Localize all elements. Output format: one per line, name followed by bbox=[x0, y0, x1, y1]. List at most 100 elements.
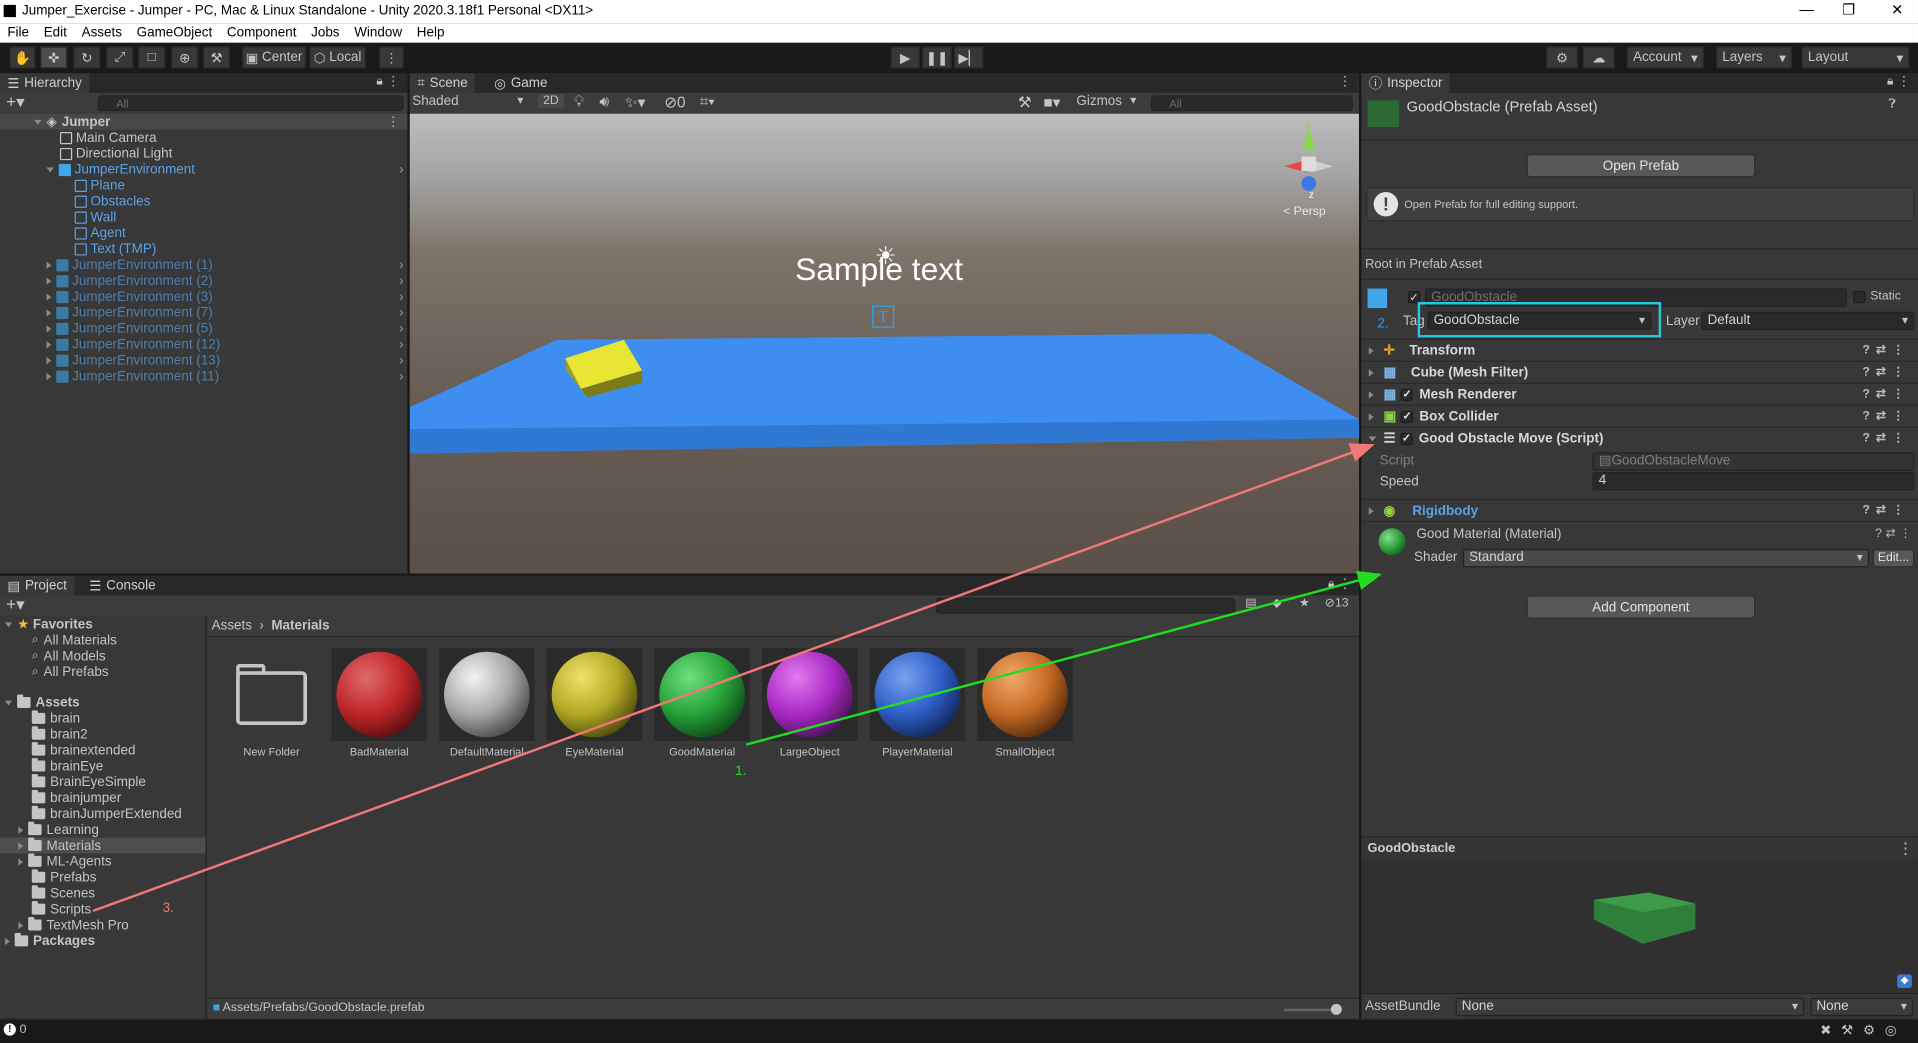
favorite-item[interactable]: ⌕ All Materials bbox=[32, 632, 117, 648]
open-prefab-button[interactable]: Open Prefab bbox=[1526, 154, 1756, 178]
step-button[interactable]: ▶▏ bbox=[954, 46, 984, 69]
menu-assets[interactable]: Assets bbox=[82, 26, 122, 41]
expand-arrow-icon[interactable] bbox=[1368, 506, 1374, 515]
expand-arrow-icon[interactable] bbox=[1368, 412, 1374, 420]
chevron-right-icon[interactable]: › bbox=[399, 273, 403, 288]
menu-jobs[interactable]: Jobs bbox=[311, 26, 339, 41]
expand-arrow-icon[interactable] bbox=[46, 356, 52, 364]
expand-arrow-icon[interactable] bbox=[46, 166, 54, 172]
favorite-star-icon[interactable]: ★ bbox=[1299, 597, 1310, 610]
asset-bad-material[interactable]: BadMaterial bbox=[331, 648, 427, 760]
expand-arrow-icon[interactable] bbox=[46, 372, 52, 380]
folder-item[interactable]: brainextended bbox=[31, 742, 135, 758]
chevron-right-icon[interactable]: › bbox=[399, 289, 403, 304]
asset-large-object[interactable]: LargeObject bbox=[762, 648, 858, 760]
expand-arrow-icon[interactable] bbox=[1368, 390, 1374, 398]
expand-arrow-icon[interactable] bbox=[46, 340, 52, 348]
hidden-packages-icon[interactable]: ⊘13 bbox=[1325, 597, 1349, 610]
edit-shader-button[interactable]: Edit... bbox=[1872, 548, 1915, 568]
chevron-right-icon[interactable]: › bbox=[399, 369, 403, 384]
folder-item-selected[interactable]: Materials bbox=[0, 837, 206, 854]
transform-tool-icon[interactable]: ⊕ bbox=[171, 46, 199, 69]
more-icon[interactable]: ⋮ bbox=[387, 114, 400, 130]
folder-item[interactable]: brainEye bbox=[31, 758, 103, 774]
folder-item[interactable]: brainjumper bbox=[31, 789, 121, 806]
static-label[interactable]: Static bbox=[1870, 290, 1901, 303]
component-mesh-renderer[interactable]: ▦ ✓ Mesh Renderer ?⇄⋮ bbox=[1361, 382, 1918, 405]
filter-label-icon[interactable]: ◆ bbox=[1272, 597, 1281, 610]
tools-icon[interactable]: ⚒ bbox=[1018, 93, 1032, 111]
move-tool-icon[interactable]: ✜ bbox=[40, 46, 68, 69]
scene-root[interactable]: ◈ Jumper ⋮ bbox=[0, 113, 408, 130]
assetbundle-variant-dropdown[interactable]: None bbox=[1810, 997, 1914, 1017]
pause-button[interactable]: ❚❚ bbox=[922, 46, 952, 69]
component-controls-icon[interactable]: ?⇄⋮ bbox=[1862, 388, 1910, 401]
pivot-center-button[interactable]: ▣ Center bbox=[242, 46, 306, 69]
more-icon[interactable]: ⋮ bbox=[1338, 576, 1351, 592]
favorite-item[interactable]: ⌕ All Models bbox=[32, 648, 106, 664]
scene-search-input[interactable]: All bbox=[1151, 95, 1353, 112]
hand-tool-icon[interactable]: ✋ bbox=[9, 46, 36, 69]
help-icon[interactable]: ❓︎ bbox=[1889, 98, 1896, 111]
close-icon[interactable]: ✕ bbox=[1891, 1, 1903, 18]
more-icon[interactable]: ⋮ bbox=[1897, 73, 1910, 90]
assets-node[interactable]: Assets bbox=[4, 694, 80, 710]
asset-eye-material[interactable]: EyeMaterial bbox=[546, 648, 643, 760]
expand-arrow-icon[interactable] bbox=[18, 825, 24, 834]
add-icon[interactable]: +▾ bbox=[6, 595, 25, 613]
add-component-button[interactable]: Add Component bbox=[1526, 595, 1756, 619]
asset-player-material[interactable]: PlayerMaterial bbox=[869, 648, 966, 760]
folder-item[interactable]: brain bbox=[31, 710, 80, 726]
scale-tool-icon[interactable]: ⤢ bbox=[106, 46, 134, 69]
rotate-tool-icon[interactable]: ↻ bbox=[73, 46, 101, 69]
breadcrumb-materials[interactable]: Materials bbox=[271, 619, 329, 634]
menu-window[interactable]: Window bbox=[354, 26, 402, 41]
more-icon[interactable]: ⋮ bbox=[1898, 839, 1913, 857]
script-field[interactable]: ▤GoodObstacleMove bbox=[1592, 452, 1915, 471]
account-dropdown[interactable]: Account ▾ bbox=[1626, 46, 1704, 69]
persp-label[interactable]: < Persp bbox=[1283, 205, 1326, 218]
zoom-slider-thumb[interactable] bbox=[1330, 1003, 1342, 1015]
favorites-node[interactable]: ★ Favorites bbox=[4, 616, 93, 632]
custom-tool-icon[interactable]: ⚒ bbox=[203, 46, 230, 69]
lock-icon[interactable]: 🔒︎ bbox=[1328, 577, 1335, 590]
textmeshpro-icon[interactable]: T bbox=[872, 305, 895, 328]
menu-gameobject[interactable]: GameObject bbox=[137, 26, 213, 41]
expand-arrow-icon[interactable] bbox=[46, 261, 52, 269]
cloud-icon[interactable]: ☁ bbox=[1582, 46, 1615, 69]
hierarchy-item[interactable]: JumperEnvironment (3) › bbox=[46, 289, 407, 305]
assetbundle-dropdown[interactable]: None bbox=[1455, 997, 1805, 1017]
component-mesh-filter[interactable]: ▦ Cube (Mesh Filter) ?⇄⋮ bbox=[1361, 360, 1918, 383]
tab-game[interactable]: ◎ Game bbox=[486, 73, 555, 93]
asset-small-object[interactable]: SmallObject bbox=[977, 648, 1073, 760]
breadcrumb-assets[interactable]: Assets bbox=[212, 619, 252, 634]
asset-good-material[interactable]: GoodMaterial bbox=[654, 648, 750, 760]
chevron-right-icon[interactable]: › bbox=[399, 353, 403, 368]
chevron-right-icon[interactable]: › bbox=[399, 305, 403, 320]
component-controls-icon[interactable]: ?⇄⋮ bbox=[1862, 432, 1910, 445]
component-rigidbody[interactable]: ◉ Rigidbody ?⇄⋮ bbox=[1361, 498, 1918, 521]
preview-area[interactable]: ◆ bbox=[1361, 858, 1918, 993]
hierarchy-item[interactable]: JumperEnvironment (1) › bbox=[46, 257, 407, 273]
hierarchy-item[interactable]: JumperEnvironment (5) › bbox=[46, 320, 407, 336]
component-controls-icon[interactable]: ?⇄⋮ bbox=[1875, 527, 1915, 540]
hierarchy-item[interactable]: Main Camera bbox=[59, 130, 157, 146]
enabled-checkbox[interactable]: ✓ bbox=[1400, 432, 1413, 445]
hierarchy-item[interactable]: JumperEnvironment (12) › bbox=[46, 336, 407, 352]
more-icon[interactable]: ⋮ bbox=[1338, 73, 1351, 90]
menu-component[interactable]: Component bbox=[227, 26, 297, 41]
folder-item[interactable]: Scenes bbox=[31, 885, 95, 901]
collapse-arrow-icon[interactable] bbox=[1368, 435, 1377, 441]
effects-icon[interactable]: ✨︎▾ bbox=[625, 93, 645, 113]
gizmos-dropdown[interactable]: Gizmos bbox=[1076, 94, 1141, 111]
project-search-input[interactable] bbox=[935, 597, 1236, 614]
expand-arrow-icon[interactable] bbox=[46, 292, 52, 301]
expand-arrow-icon[interactable] bbox=[1368, 368, 1374, 376]
grid-icon[interactable]: ⌗▾ bbox=[700, 93, 715, 111]
layer-dropdown[interactable]: Default bbox=[1701, 311, 1915, 331]
chevron-right-icon[interactable]: › bbox=[399, 257, 403, 272]
light-icon[interactable]: 💡︎ bbox=[574, 93, 585, 111]
hierarchy-item[interactable]: Directional Light bbox=[59, 146, 172, 162]
collab-icon[interactable]: ⚙ bbox=[1546, 46, 1578, 69]
favorite-item[interactable]: ⌕ All Prefabs bbox=[32, 664, 109, 680]
